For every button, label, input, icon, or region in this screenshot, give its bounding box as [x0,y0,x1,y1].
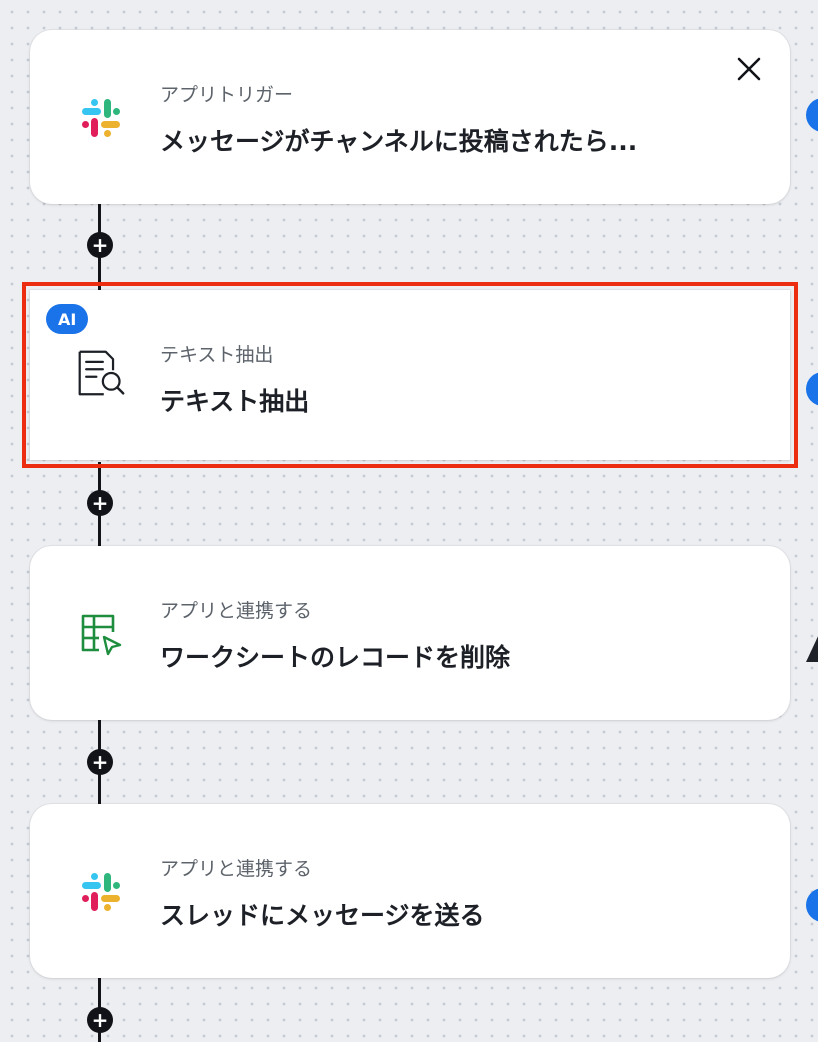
ai-badge: AI [46,304,89,334]
slack-icon [76,867,126,917]
step-subtitle: アプリトリガー [160,84,294,106]
plus-icon: + [91,1008,109,1032]
flow-step-card-slack-action[interactable]: アプリと連携する スレッドにメッセージを送る [30,804,790,978]
flow-step-card-text-extract[interactable]: AI テキスト抽出 テキスト抽出 [22,282,798,468]
add-step-button[interactable]: + [87,749,113,775]
slack-icon [76,93,126,143]
step-subtitle: アプリと連携する [160,858,313,880]
add-step-button[interactable]: + [87,232,113,258]
step-title: スレッドにメッセージを送る [160,901,485,930]
step-status-indicator[interactable] [806,98,818,132]
close-icon [737,57,761,81]
flow-step-card-sheet-action[interactable]: アプリと連携する ワークシートのレコードを削除 [30,546,790,720]
close-button[interactable] [732,52,766,86]
step-status-indicator[interactable] [806,888,818,922]
step-subtitle: テキスト抽出 [160,344,274,366]
add-step-button[interactable]: + [87,1007,113,1033]
add-step-button[interactable]: + [87,490,113,516]
step-title: メッセージがチャンネルに投稿されたら... [160,127,638,156]
step-subtitle: アプリと連携する [160,600,313,622]
step-title: テキスト抽出 [160,387,310,416]
plus-icon: + [91,750,109,774]
text-extract-icon [76,348,126,398]
flow-step-card-trigger[interactable]: アプリトリガー メッセージがチャンネルに投稿されたら... [30,30,790,204]
plus-icon: + [91,491,109,515]
step-status-indicator[interactable] [806,372,818,406]
plus-icon: + [91,233,109,257]
step-title: ワークシートのレコードを削除 [160,643,511,672]
spreadsheet-icon [76,609,126,659]
warning-icon[interactable] [806,632,818,662]
